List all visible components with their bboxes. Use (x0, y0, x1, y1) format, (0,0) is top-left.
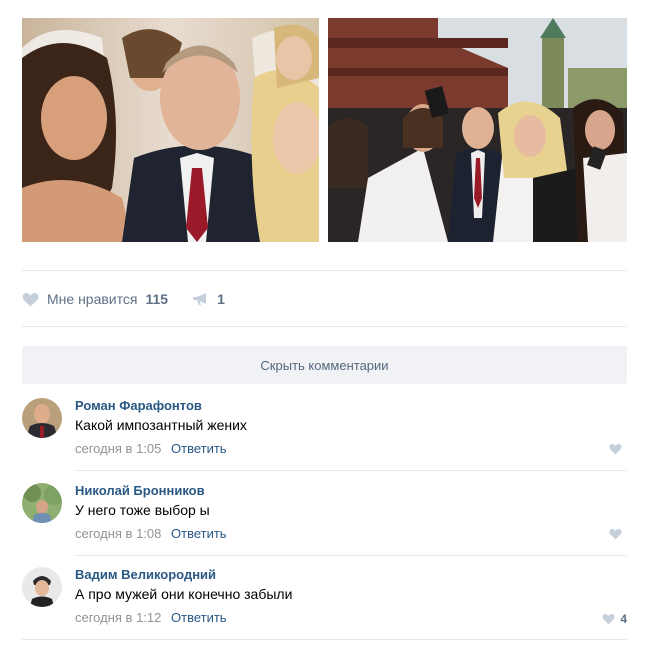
heart-icon (609, 529, 622, 540)
comment-time[interactable]: сегодня в 1:12 (75, 610, 161, 625)
comment-time[interactable]: сегодня в 1:05 (75, 441, 161, 456)
comment-author[interactable]: Роман Фарафонтов (75, 398, 202, 413)
photo-right-image (328, 18, 627, 242)
avatar[interactable] (22, 567, 62, 607)
reply-button[interactable]: Ответить (171, 610, 227, 625)
heart-icon (609, 444, 622, 455)
comment-author[interactable]: Вадим Великородний (75, 567, 216, 582)
comment-text: А про мужей они конечно забыли (75, 586, 293, 602)
comment-meta: сегодня в 1:12 Ответить (75, 610, 227, 625)
comment-divider (75, 470, 627, 471)
comment-like-button[interactable] (609, 443, 627, 455)
avatar[interactable] (22, 398, 62, 438)
comment-meta: сегодня в 1:08 Ответить (75, 526, 227, 541)
comment-item: Роман Фарафонтов Какой импозантный жених… (22, 398, 627, 476)
divider-top (22, 270, 627, 271)
post-photo-left[interactable] (22, 18, 319, 242)
comment-divider (75, 555, 627, 556)
comment-like-button[interactable]: 4 (602, 612, 627, 626)
heart-icon (22, 292, 39, 306)
share-button[interactable]: 1 (192, 291, 225, 307)
divider-actions (22, 326, 627, 327)
divider-bottom (22, 639, 627, 640)
photo-left-image (22, 18, 319, 242)
reply-button[interactable]: Ответить (171, 526, 227, 541)
like-count: 115 (145, 291, 169, 307)
comment-time[interactable]: сегодня в 1:08 (75, 526, 161, 541)
megaphone-icon (193, 293, 207, 305)
heart-icon (602, 614, 615, 625)
comment-item: Николай Бронников У него тоже выбор ы се… (22, 483, 627, 561)
comment-text: Какой импозантный жених (75, 417, 247, 433)
comment-meta: сегодня в 1:05 Ответить (75, 441, 227, 456)
comment-like-count: 4 (620, 612, 627, 626)
reply-button[interactable]: Ответить (171, 441, 227, 456)
like-label: Мне нравится (47, 291, 138, 307)
share-count: 1 (217, 291, 225, 307)
post-actions: Мне нравится 115 1 (22, 289, 225, 309)
comment-like-button[interactable] (609, 528, 627, 540)
like-button[interactable]: Мне нравится 115 (22, 291, 168, 307)
post-photo-right[interactable] (328, 18, 627, 242)
comment-text: У него тоже выбор ы (75, 502, 210, 518)
comment-author[interactable]: Николай Бронников (75, 483, 205, 498)
comment-item: Вадим Великородний А про мужей они конеч… (22, 567, 627, 645)
hide-comments-button[interactable]: Скрыть комментарии (22, 346, 627, 384)
avatar[interactable] (22, 483, 62, 523)
